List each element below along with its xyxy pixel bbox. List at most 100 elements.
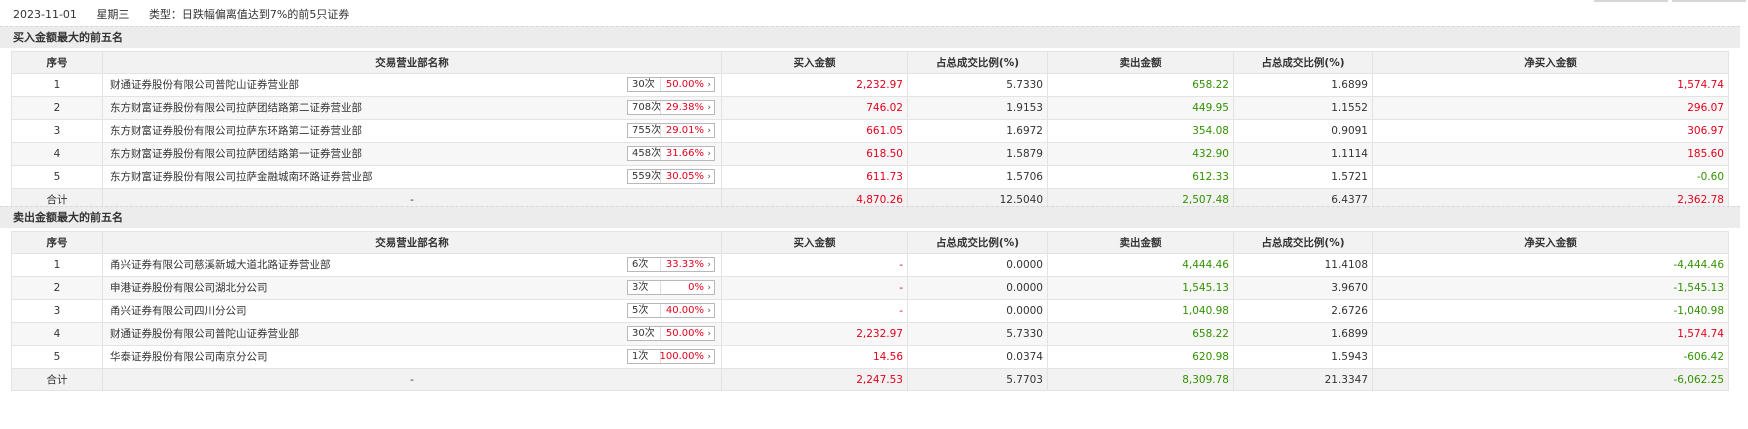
dept-cell: 东方财富证券股份有限公司拉萨团结路第二证券营业部 708次 29.38% › [102,96,722,120]
dept-name-link[interactable]: 东方财富证券股份有限公司拉萨团结路第一证券营业部 [110,144,362,165]
net-amount-cell: -4,444.46 [1372,253,1729,277]
stat-count: 6次 [632,259,649,270]
rank-cell: 4 [11,322,103,346]
dept-stat-button[interactable]: 30次 50.00% › [627,77,715,92]
net-amount-cell: -1,040.98 [1372,299,1729,323]
sell-top5-table: 序号 交易营业部名称 买入金额 占总成交比例(%) 卖出金额 占总成交比例(%)… [11,231,1729,391]
dept-cell: 甬兴证券有限公司四川分公司 5次 40.00% › [102,299,722,323]
dept-name-link[interactable]: 东方财富证券股份有限公司拉萨东环路第二证券营业部 [110,121,362,142]
sell-ratio-cell: 1.6899 [1233,322,1373,346]
chevron-right-icon: › [707,352,711,362]
sell-ratio-cell: 1.1114 [1233,142,1373,166]
stat-count: 30次 [632,79,655,90]
col-buy: 买入金额 [721,231,908,254]
top-tab-indicator [1594,0,1668,2]
stat-win-rate: 31.66% [665,148,704,159]
dept-name-link[interactable]: 东方财富证券股份有限公司拉萨金融城南环路证券营业部 [110,167,373,188]
table-row: 3 甬兴证券有限公司四川分公司 5次 40.00% › -0.0000 1,040.98 2.… [11,299,1729,323]
buy-ratio-cell: 0.0000 [907,253,1048,277]
stat-win-rate: 50.00% [665,79,704,90]
dept-cell: 华泰证券股份有限公司南京分公司 1次 100.00% › [102,345,722,369]
buy-amount-cell: - [721,276,908,300]
dept-wrap: 财通证券股份有限公司普陀山证券营业部 30次 50.00% › [107,75,717,96]
dept-stat-button[interactable]: 30次 50.00% › [627,326,715,341]
dept-wrap: 华泰证券股份有限公司南京分公司 1次 100.00% › [107,347,717,368]
stat-win-rate: 29.38% [665,102,704,113]
table-row: 5 东方财富证券股份有限公司拉萨金融城南环路证券营业部 559次 30.05% › 611… [11,165,1729,189]
buy-ratio-cell: 1.5706 [907,165,1048,189]
dept-name-link[interactable]: 财通证券股份有限公司普陀山证券营业部 [110,324,299,345]
rank-cell: 3 [11,119,103,143]
total-buy-ratio-cell: 5.7703 [907,368,1048,391]
stat-divider [660,101,661,114]
net-amount-cell: 1,574.74 [1372,73,1729,97]
dept-stat-button[interactable]: 458次 31.66% › [627,146,715,161]
buy-ratio-cell: 5.7330 [907,322,1048,346]
buy-amount-cell: 2,232.97 [721,73,908,97]
dept-name-link[interactable]: 甬兴证券有限公司慈溪新城大道北路证券营业部 [110,255,331,276]
dept-cell: 财通证券股份有限公司普陀山证券营业部 30次 50.00% › [102,322,722,346]
buy-ratio-cell: 0.0374 [907,345,1048,369]
col-sell-ratio: 占总成交比例(%) [1233,231,1373,254]
top-tab-indicator [1672,0,1746,2]
chevron-right-icon: › [707,329,711,339]
buy-ratio-cell: 1.5879 [907,142,1048,166]
total-sell-ratio-cell: 21.3347 [1233,368,1373,391]
table-row: 4 东方财富证券股份有限公司拉萨团结路第一证券营业部 458次 31.66% › 618.… [11,142,1729,166]
net-amount-cell: -1,545.13 [1372,276,1729,300]
stat-win-rate: 0% [688,282,704,293]
dept-wrap: 甬兴证券有限公司四川分公司 5次 40.00% › [107,301,717,322]
dept-stat-button[interactable]: 708次 29.38% › [627,100,715,115]
stat-divider [660,124,661,137]
dept-name-link[interactable]: 华泰证券股份有限公司南京分公司 [110,347,268,368]
col-rank: 序号 [11,231,103,254]
stat-count: 708次 [632,102,662,113]
dept-name-link[interactable]: 申港证券股份有限公司湖北分公司 [110,278,268,299]
sell-amount-cell: 1,040.98 [1047,299,1234,323]
sell-amount-cell: 1,545.13 [1047,276,1234,300]
sell-amount-cell: 449.95 [1047,96,1234,120]
dept-cell: 甬兴证券有限公司慈溪新城大道北路证券营业部 6次 33.33% › [102,253,722,277]
stat-count: 1次 [632,351,649,362]
dept-wrap: 甬兴证券有限公司慈溪新城大道北路证券营业部 6次 33.33% › [107,255,717,276]
dept-name-link[interactable]: 东方财富证券股份有限公司拉萨团结路第二证券营业部 [110,98,362,119]
dept-stat-button[interactable]: 1次 100.00% › [627,349,715,364]
rank-cell: 4 [11,142,103,166]
chevron-right-icon: › [707,260,711,270]
col-net: 净买入金额 [1372,231,1729,254]
stat-win-rate: 29.01% [665,125,704,136]
dept-stat-button[interactable]: 755次 29.01% › [627,123,715,138]
dept-stat-button[interactable]: 6次 33.33% › [627,257,715,272]
buy-amount-cell: 746.02 [721,96,908,120]
net-amount-cell: 306.97 [1372,119,1729,143]
net-amount-cell: -0.60 [1372,165,1729,189]
chevron-right-icon: › [707,306,711,316]
dept-name-link[interactable]: 甬兴证券有限公司四川分公司 [110,301,247,322]
dept-stat-button[interactable]: 3次 0% › [627,280,715,295]
buy-ratio-cell: 0.0000 [907,299,1048,323]
dept-cell: 东方财富证券股份有限公司拉萨团结路第一证券营业部 458次 31.66% › [102,142,722,166]
col-dept: 交易营业部名称 [102,231,722,254]
stat-count: 755次 [632,125,662,136]
dept-stat-button[interactable]: 5次 40.00% › [627,303,715,318]
buy-ratio-cell: 0.0000 [907,276,1048,300]
rank-cell: 5 [11,165,103,189]
dept-wrap: 东方财富证券股份有限公司拉萨东环路第二证券营业部 755次 29.01% › [107,121,717,142]
dept-stat-button[interactable]: 559次 30.05% › [627,169,715,184]
sell-ratio-cell: 3.9670 [1233,276,1373,300]
stat-divider [660,147,661,160]
buy-amount-cell: 611.73 [721,165,908,189]
chevron-right-icon: › [707,80,711,90]
rank-cell: 1 [11,253,103,277]
dept-name-link[interactable]: 财通证券股份有限公司普陀山证券营业部 [110,75,299,96]
col-dept: 交易营业部名称 [102,51,722,74]
dept-cell: 东方财富证券股份有限公司拉萨东环路第二证券营业部 755次 29.01% › [102,119,722,143]
sell-amount-cell: 658.22 [1047,322,1234,346]
col-net: 净买入金额 [1372,51,1729,74]
col-buy-ratio: 占总成交比例(%) [907,231,1048,254]
rank-cell: 3 [11,299,103,323]
buy-amount-cell: 661.05 [721,119,908,143]
sell-ratio-cell: 0.9091 [1233,119,1373,143]
table-row: 1 财通证券股份有限公司普陀山证券营业部 30次 50.00% › 2,232.97 5.7… [11,73,1729,97]
table-row: 2 东方财富证券股份有限公司拉萨团结路第二证券营业部 708次 29.38% › 746.… [11,96,1729,120]
